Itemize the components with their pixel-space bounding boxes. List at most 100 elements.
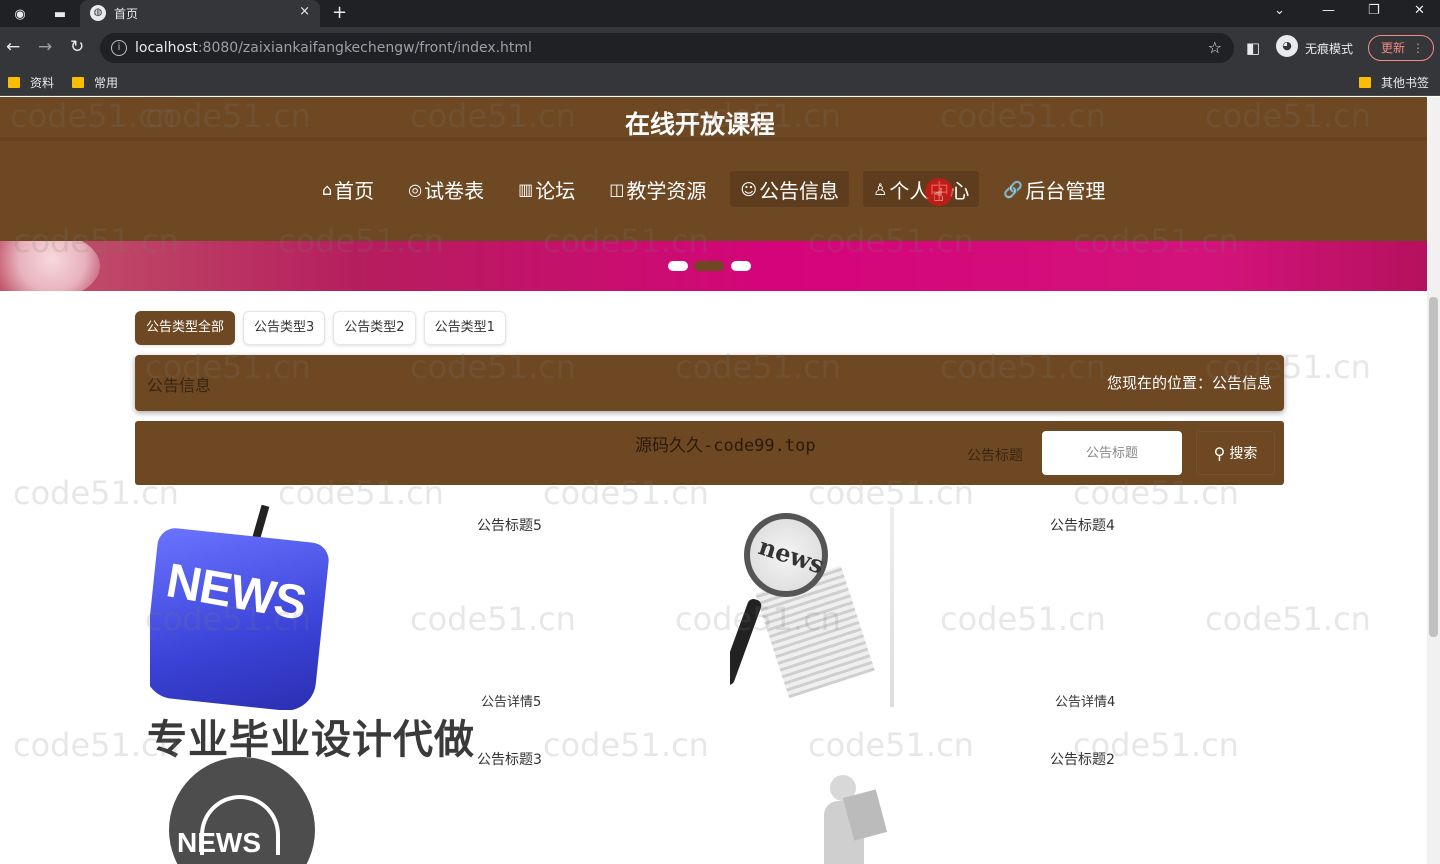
url-bar[interactable]: i localhost:8080/zaixiankaifangkechengw/…	[100, 33, 1234, 63]
card-title[interactable]: 公告标题3	[477, 749, 542, 769]
hero-banner	[0, 241, 1427, 291]
new-tab-button[interactable]: +	[332, 2, 347, 23]
chevron-down-icon[interactable]: ⌄	[1274, 3, 1285, 18]
search-label: 公告标题	[967, 448, 1023, 464]
source-watermark: 源码久久-code99.top	[635, 436, 816, 456]
nav-label: 教学资源	[626, 178, 707, 203]
hand-cursor-icon: ☝	[933, 185, 944, 206]
reload-icon[interactable]: ↻	[70, 37, 84, 57]
flower-image	[0, 241, 100, 291]
other-bookmarks[interactable]: 其他书签	[1359, 74, 1429, 91]
search-button[interactable]: ⚲ 搜索	[1197, 432, 1274, 474]
watermark: code51.cn	[543, 726, 709, 764]
bookmark-folder[interactable]: 常用	[72, 74, 118, 91]
nav-item-home[interactable]: ⌂ 首页	[312, 171, 384, 207]
tab-search-icon[interactable]: ▬	[50, 4, 70, 24]
search-icon: ⚲	[1213, 443, 1226, 463]
forum-icon: ▥	[518, 179, 534, 199]
news-figure-image[interactable]	[760, 765, 920, 864]
card-title[interactable]: 公告标题4	[1050, 515, 1115, 535]
link-icon: 🔗	[1003, 179, 1024, 199]
forward-arrow-icon[interactable]: →	[38, 37, 52, 57]
watermark: code51.cn	[1205, 600, 1371, 638]
paper-icon: ◎	[408, 179, 423, 199]
tab-close-button[interactable]: ×	[299, 4, 310, 19]
minimize-icon[interactable]: —	[1322, 3, 1335, 18]
news-globe-image[interactable]: NEWS	[145, 757, 345, 864]
url-path: :8080/zaixiankaifangkechengw/front/index…	[197, 40, 532, 56]
nav-item-exam-papers[interactable]: ◎ 试卷表	[398, 171, 494, 207]
url-host: localhost	[135, 40, 198, 56]
carousel-dot[interactable]	[668, 261, 688, 271]
nav-label: 首页	[334, 178, 375, 203]
browser-tab-active[interactable]: ◍ 首页 ×	[80, 0, 320, 27]
nav-item-resources[interactable]: ◫ 教学资源	[599, 171, 716, 207]
card-title[interactable]: 公告标题2	[1050, 749, 1115, 769]
bookmark-folder[interactable]: 资料	[8, 74, 54, 91]
update-label: 更新	[1381, 41, 1406, 55]
nav-item-forum[interactable]: ▥ 论坛	[508, 171, 585, 207]
main-nav: ⌂首页 ◎试卷表 ▥论坛 ◫教学资源 ☺公告信息 ♙个人中心 🔗后台管理	[312, 171, 1129, 207]
globe-icon: ◍	[90, 5, 106, 21]
back-arrow-icon[interactable]: ←	[6, 37, 20, 57]
nav-label: 后台管理	[1025, 178, 1106, 203]
person-figure	[820, 775, 890, 864]
smile-icon: ☺	[740, 179, 758, 199]
side-panel-icon[interactable]: ◧	[1246, 39, 1260, 57]
promo-overlay-text: 专业毕业设计代做	[147, 717, 475, 763]
category-filter: 公告类型全部 公告类型3 公告类型2 公告类型1	[135, 311, 514, 345]
nav-label: 公告信息	[759, 178, 840, 203]
news-logo-text: NEWS	[177, 827, 261, 858]
card-title[interactable]: 公告标题5	[477, 515, 542, 535]
home-icon: ⌂	[322, 179, 333, 199]
folder-icon	[72, 77, 84, 88]
bookmark-star-icon[interactable]: ☆	[1208, 38, 1222, 57]
page-scrollbar[interactable]	[1427, 97, 1440, 864]
magnifier-handle	[730, 597, 763, 687]
carousel-dot-active[interactable]	[694, 261, 724, 271]
card-desc: 公告详情5	[481, 695, 542, 710]
category-all[interactable]: 公告类型全部	[135, 311, 236, 345]
nav-item-profile[interactable]: ♙个人中心	[863, 171, 980, 207]
scrollbar-thumb[interactable]	[1429, 297, 1438, 637]
folder-icon	[1359, 77, 1371, 88]
search-input[interactable]	[1042, 431, 1182, 475]
site-title: 在线开放课程	[624, 110, 775, 139]
category-type1[interactable]: 公告类型1	[423, 311, 506, 345]
category-type2[interactable]: 公告类型2	[333, 311, 416, 345]
browser-tab-bar: ◉ ▬ ◍ 首页 × + ⌄ — ❐ ✕	[0, 0, 1440, 27]
more-vert-icon: ⋮	[1412, 41, 1424, 55]
other-bookmarks-label: 其他书签	[1381, 76, 1430, 90]
category-type3[interactable]: 公告类型3	[243, 311, 326, 345]
address-toolbar: ← → ↻ i localhost:8080/zaixiankaifangkec…	[0, 27, 1440, 69]
user-icon: ♙	[873, 179, 888, 199]
folder-icon	[8, 77, 20, 88]
watermark: code51.cn	[940, 600, 1106, 638]
search-button-label: 搜索	[1229, 446, 1258, 462]
bookmark-label: 资料	[30, 76, 55, 90]
nav-item-announcements[interactable]: ☺ 公告信息	[730, 171, 850, 207]
news-magnifier-image[interactable]: news	[730, 507, 900, 712]
close-window-icon[interactable]: ✕	[1414, 3, 1425, 18]
nav-label: 论坛	[535, 178, 576, 203]
search-panel: 源码久久-code99.top 公告标题 ⚲搜索	[135, 421, 1284, 485]
tab-title: 首页	[114, 7, 139, 21]
image-edge	[890, 507, 894, 707]
nav-item-admin[interactable]: 🔗 后台管理	[993, 171, 1115, 207]
bookmarks-bar: 资料 常用 其他书签	[0, 69, 1440, 96]
news-keyboard-image[interactable]: NEWS	[150, 505, 330, 710]
url-text[interactable]: localhost:8080/zaixiankaifangkechengw/fr…	[135, 40, 532, 56]
grid-icon: ◫	[609, 179, 625, 199]
watermark: code51.cn	[410, 600, 576, 638]
carousel-dot[interactable]	[731, 261, 751, 271]
card-desc: 公告详情4	[1055, 695, 1116, 710]
page-viewport: 在线开放课程 ⌂首页 ◎试卷表 ▥论坛 ◫教学资源 ☺公告信息 ♙个人中心 🔗后…	[0, 97, 1440, 864]
update-button[interactable]: 更新 ⋮	[1368, 35, 1434, 61]
incognito-label: 无痕模式	[1305, 42, 1354, 56]
info-icon[interactable]: i	[111, 40, 127, 56]
incognito-icon: ◕	[1276, 35, 1298, 57]
restore-icon[interactable]: ❐	[1368, 3, 1380, 18]
browser-menu-icon[interactable]: ◉	[10, 4, 30, 24]
nav-label: 试卷表	[424, 178, 485, 203]
current-location: 您现在的位置：公告信息	[1106, 374, 1272, 392]
